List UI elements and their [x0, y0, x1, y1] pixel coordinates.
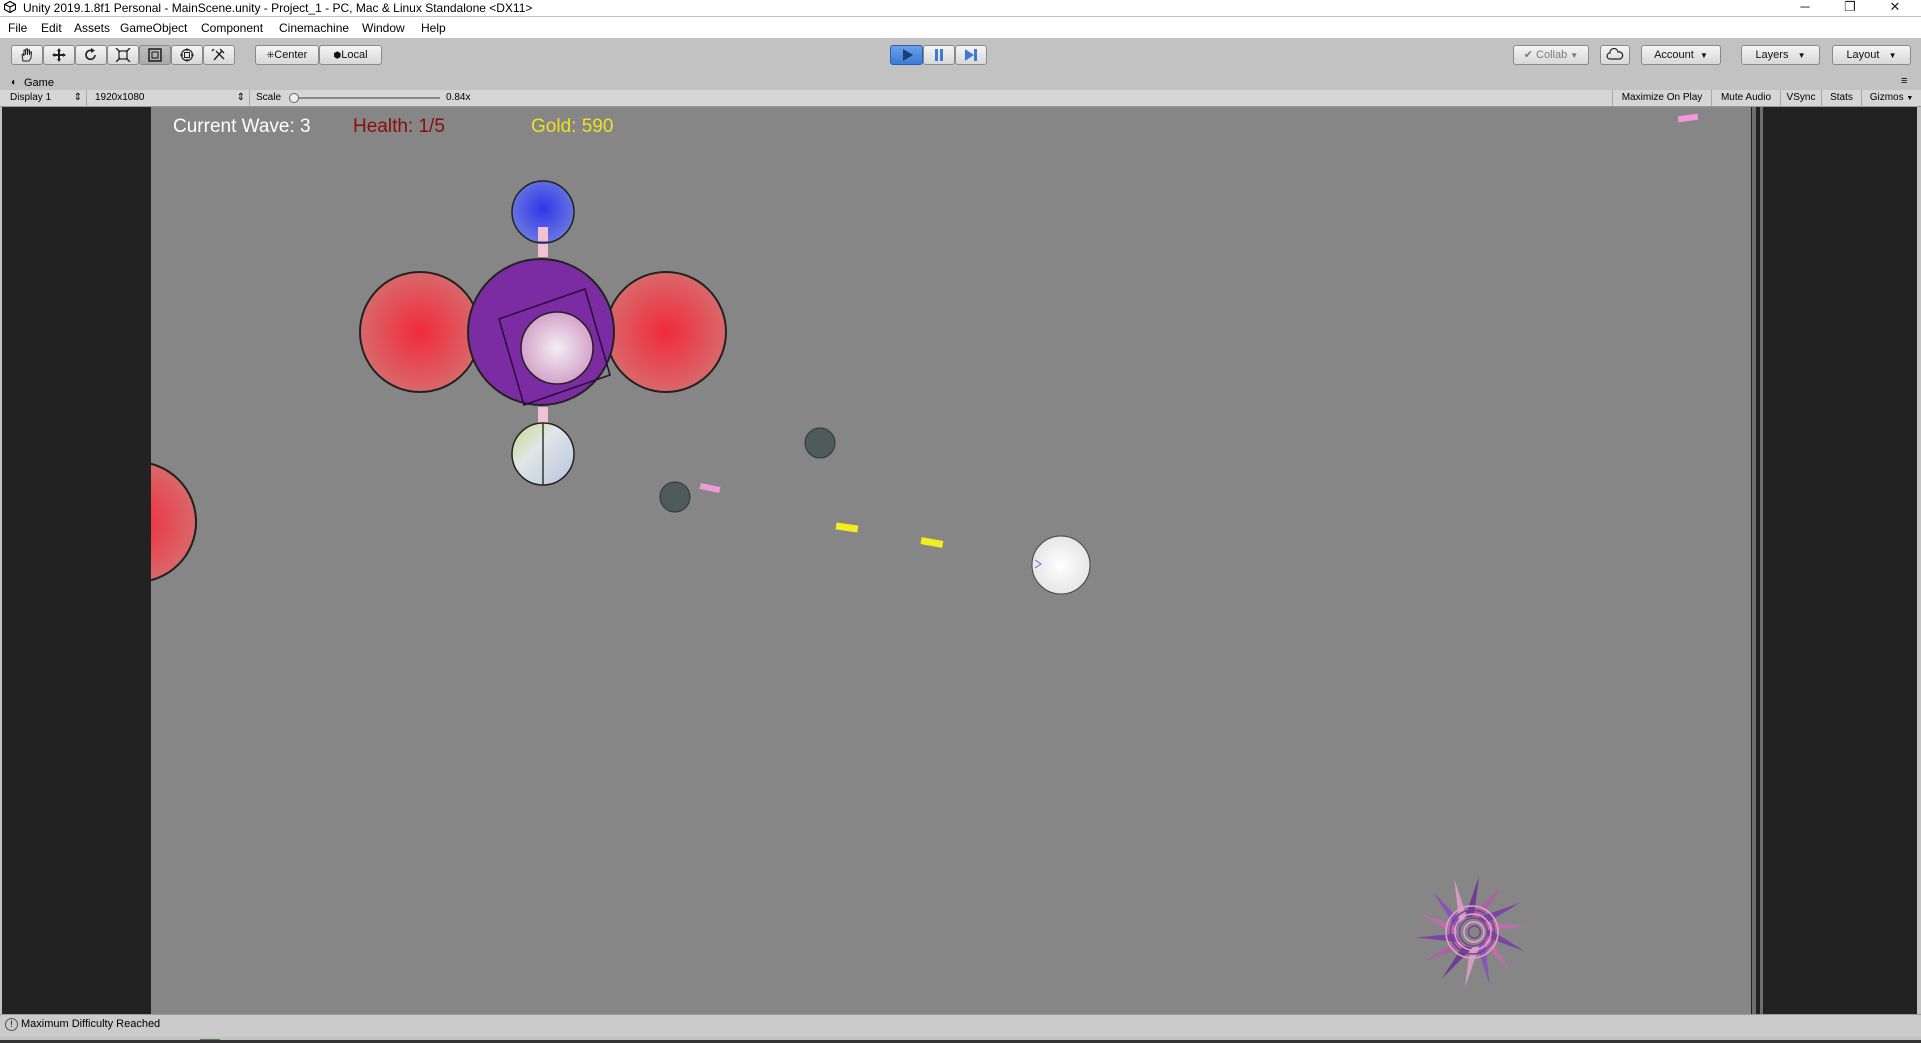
step-button[interactable]	[955, 45, 987, 65]
status-message[interactable]: Maximum Difficulty Reached	[21, 1018, 160, 1030]
player-circle	[1031, 535, 1091, 595]
game-tab[interactable]: Game	[24, 77, 54, 89]
right-divider	[1752, 107, 1756, 1014]
transform-tool-button[interactable]	[171, 45, 203, 65]
rect-icon	[148, 48, 162, 62]
menu-component[interactable]: Component	[201, 21, 263, 35]
chevron-updown-icon: ⇕	[73, 92, 82, 103]
play-button[interactable]	[890, 45, 923, 65]
cloud-button[interactable]	[1600, 45, 1630, 65]
menu-window[interactable]: Window	[362, 21, 405, 35]
account-dropdown[interactable]: Account ▼	[1641, 45, 1721, 65]
transform-icon	[180, 48, 194, 62]
status-bar: ! Maximum Difficulty Reached	[0, 1014, 1921, 1038]
window-title: Unity 2019.1.8f1 Personal - MainScene.un…	[23, 1, 533, 15]
main-toolbar: ⁜Center ⬢Local ✔ Collab ▼ Account ▼ Laye…	[0, 38, 1921, 76]
chevron-down-icon: ▼	[1699, 51, 1708, 60]
collab-dropdown[interactable]: ✔ Collab ▼	[1513, 45, 1589, 65]
account-label: Account	[1654, 49, 1694, 61]
hud-wave: Current Wave: 3	[173, 116, 311, 137]
enemy-small	[659, 481, 691, 513]
layers-dropdown[interactable]: Layers ▼	[1741, 45, 1820, 65]
cloud-icon	[1606, 48, 1624, 60]
check-icon: ✔	[1523, 49, 1533, 61]
pause-button[interactable]	[923, 45, 955, 65]
hud-gold: Gold: 590	[531, 116, 613, 137]
game-viewport[interactable]: Current Wave: 3 Health: 1/5 Gold: 590	[2, 107, 1917, 1014]
collab-label: Collab	[1536, 49, 1568, 61]
resolution-label: 1920x1080	[95, 92, 145, 103]
chevron-down-icon: ▼	[1570, 51, 1579, 60]
pause-icon	[935, 49, 943, 61]
right-divider	[1760, 107, 1763, 1014]
layers-label: Layers	[1755, 49, 1789, 61]
move-icon	[52, 48, 66, 62]
space-local-toggle[interactable]: ⬢Local	[319, 45, 382, 65]
menu-edit[interactable]: Edit	[41, 21, 62, 35]
menu-bar: File Edit Assets GameObject Component Ci…	[0, 17, 1921, 38]
scale-label: Scale	[256, 92, 282, 103]
enemy-small	[804, 427, 836, 459]
rect-tool-button[interactable]	[139, 45, 171, 65]
menu-assets[interactable]: Assets	[74, 21, 110, 35]
pivot-center-toggle[interactable]: ⁜Center	[255, 45, 319, 65]
step-icon	[965, 49, 977, 61]
game-render: Current Wave: 3 Health: 1/5 Gold: 590	[2, 107, 1763, 1014]
play-icon	[902, 49, 913, 61]
chevron-down-icon: ▼	[1888, 51, 1897, 60]
scale-icon	[115, 48, 131, 62]
chevron-updown-icon: ⇕	[236, 92, 245, 103]
vsync-toggle[interactable]: VSync	[1780, 90, 1821, 106]
menu-gameobject[interactable]: GameObject	[120, 21, 187, 35]
window-title-bar: Unity 2019.1.8f1 Personal - MainScene.un…	[0, 0, 1921, 16]
game-tab-header: ◖ Game ≡	[0, 75, 1921, 91]
display-dropdown[interactable]: Display 1 ⇕	[5, 90, 87, 106]
unity-logo-icon	[4, 1, 16, 13]
rotate-icon	[85, 48, 96, 61]
game-view-bar: Display 1 ⇕ 1920x1080 ⇕ Scale 0.84x Maxi…	[0, 90, 1921, 107]
layout-dropdown[interactable]: Layout ▼	[1832, 45, 1911, 65]
bottom-strip	[0, 1037, 1921, 1043]
display-label: Display 1	[10, 92, 52, 103]
layout-label: Layout	[1846, 49, 1880, 61]
scale-slider-thumb[interactable]	[289, 93, 299, 103]
scale-value: 0.84x	[446, 92, 471, 103]
tower-red-left	[359, 271, 481, 393]
tower-red-right	[605, 271, 727, 393]
scale-slider-track[interactable]	[290, 97, 440, 99]
hand-icon	[21, 48, 33, 62]
tab-menu-icon[interactable]: ≡	[1901, 75, 1907, 87]
game-tab-icon: ◖	[10, 77, 17, 88]
play-area	[151, 107, 1751, 1014]
pivot-label: Center	[274, 49, 308, 61]
hud-health: Health: 1/5	[353, 116, 445, 137]
gizmos-label: Gizmos	[1869, 92, 1904, 103]
move-tool-button[interactable]	[43, 45, 75, 65]
chevron-down-icon: ▼	[1797, 51, 1806, 60]
scale-tool-button[interactable]	[107, 45, 139, 65]
rotate-tool-button[interactable]	[75, 45, 107, 65]
hand-tool-button[interactable]	[11, 45, 43, 65]
gizmos-dropdown[interactable]: Gizmos ▼	[1861, 90, 1921, 106]
resolution-dropdown[interactable]: 1920x1080 ⇕	[90, 90, 250, 106]
restore-button[interactable]: ❐	[1828, 0, 1872, 16]
menu-file[interactable]: File	[8, 21, 27, 35]
mute-audio-toggle[interactable]: Mute Audio	[1711, 90, 1780, 106]
maximize-on-play-toggle[interactable]: Maximize On Play	[1612, 90, 1711, 106]
space-label: Local	[341, 49, 368, 61]
custom-tool-button[interactable]	[203, 45, 235, 65]
close-button[interactable]: ✕	[1873, 0, 1917, 16]
minimize-button[interactable]: ─	[1783, 0, 1827, 16]
custom-tool-icon	[211, 48, 225, 61]
stats-toggle[interactable]: Stats	[1821, 90, 1861, 106]
menu-help[interactable]: Help	[421, 21, 446, 35]
chevron-down-icon: ▼	[1906, 95, 1914, 102]
tower-pink-center	[520, 311, 594, 385]
menu-cinemachine[interactable]: Cinemachine	[279, 21, 349, 35]
info-icon: !	[5, 1018, 18, 1031]
